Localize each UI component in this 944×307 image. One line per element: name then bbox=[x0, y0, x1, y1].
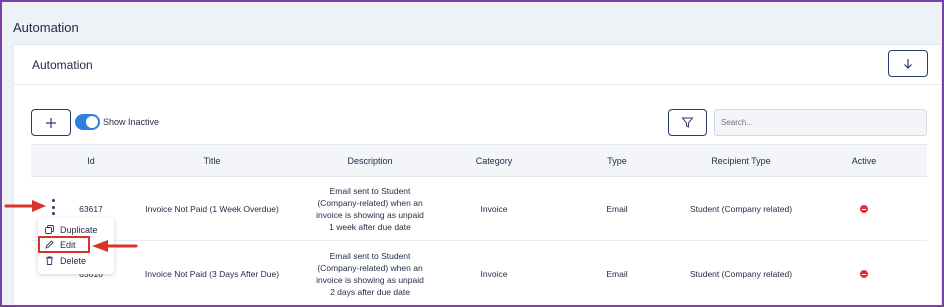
cell-id: 63617 bbox=[79, 204, 103, 214]
copy-icon bbox=[45, 225, 55, 234]
cell-category: Invoice bbox=[480, 269, 508, 279]
cell-recipient-type: Student (Company related) bbox=[689, 204, 793, 214]
menu-item-duplicate[interactable]: Duplicate bbox=[38, 222, 114, 237]
annotation-arrow-icon bbox=[4, 200, 46, 212]
description-line: Email sent to Student bbox=[329, 186, 411, 196]
description-line: invoice is showing as unpaid bbox=[316, 275, 424, 285]
kebab-dot bbox=[51, 199, 55, 202]
table-row[interactable]: 63616 Invoice Not Paid (3 Days After Due… bbox=[31, 242, 927, 305]
column-header-type[interactable]: Type bbox=[607, 156, 627, 166]
show-inactive-label: Show Inactive bbox=[103, 117, 160, 127]
plus-icon bbox=[46, 117, 56, 128]
column-header-recipient-type[interactable]: Recipient Type bbox=[711, 156, 770, 166]
description-line: (Company-related) when an bbox=[317, 263, 423, 273]
filter-button[interactable] bbox=[668, 109, 707, 136]
filter-icon bbox=[681, 117, 694, 128]
description-line: 1 week after due date bbox=[329, 222, 411, 232]
description-line: Email sent to Student bbox=[329, 251, 411, 261]
cell-title: Invoice Not Paid (1 Week Overdue) bbox=[145, 204, 279, 214]
column-header-category[interactable]: Category bbox=[476, 156, 513, 166]
inactive-status-icon bbox=[860, 270, 868, 278]
description-line: (Company-related) when an bbox=[317, 198, 423, 208]
cell-title: Invoice Not Paid (3 Days After Due) bbox=[144, 269, 280, 279]
menu-item-label: Delete bbox=[60, 255, 87, 266]
edit-highlight-box bbox=[38, 236, 90, 253]
table-row[interactable]: 63617 Invoice Not Paid (1 Week Overdue) … bbox=[31, 177, 927, 241]
column-header-id[interactable]: Id bbox=[87, 156, 95, 166]
cell-description: Email sent to Student (Company-related) … bbox=[314, 250, 426, 298]
column-header-active[interactable]: Active bbox=[852, 156, 877, 166]
cell-type: Email bbox=[606, 204, 628, 214]
arrow-down-icon bbox=[904, 58, 912, 69]
menu-item-label: Duplicate bbox=[60, 224, 98, 235]
row-actions-kebab-icon[interactable] bbox=[49, 199, 57, 215]
description-line: invoice is showing as unpaid bbox=[316, 210, 424, 220]
cell-category: Invoice bbox=[480, 204, 508, 214]
card-title: Automation bbox=[32, 58, 93, 72]
show-inactive-toggle[interactable] bbox=[75, 114, 100, 130]
window-frame: Automation Automation Show Inactive Sear… bbox=[0, 0, 944, 307]
kebab-dot bbox=[51, 212, 55, 215]
trash-icon bbox=[45, 256, 55, 265]
cell-description: Email sent to Student (Company-related) … bbox=[314, 185, 426, 233]
column-header-description[interactable]: Description bbox=[347, 156, 392, 166]
cell-type: Email bbox=[606, 269, 628, 279]
kebab-dot bbox=[51, 205, 55, 209]
menu-item-delete[interactable]: Delete bbox=[38, 253, 114, 268]
table-header: Id Title Description Category Type Recip… bbox=[31, 145, 927, 177]
annotation-arrow-icon bbox=[92, 240, 138, 252]
cell-recipient-type: Student (Company related) bbox=[689, 269, 793, 279]
add-automation-button[interactable] bbox=[31, 109, 71, 136]
search-input[interactable] bbox=[714, 109, 927, 136]
card-header: Automation bbox=[14, 45, 941, 85]
toggle-knob bbox=[86, 116, 98, 128]
inactive-status-icon bbox=[860, 205, 868, 213]
column-header-title[interactable]: Title bbox=[204, 156, 221, 166]
automation-card: Automation Show Inactive Id bbox=[13, 44, 942, 305]
page-title: Automation bbox=[13, 20, 79, 35]
description-line: 2 days after due date bbox=[330, 287, 410, 297]
automation-table: Id Title Description Category Type Recip… bbox=[31, 144, 927, 305]
download-button[interactable] bbox=[888, 50, 928, 77]
